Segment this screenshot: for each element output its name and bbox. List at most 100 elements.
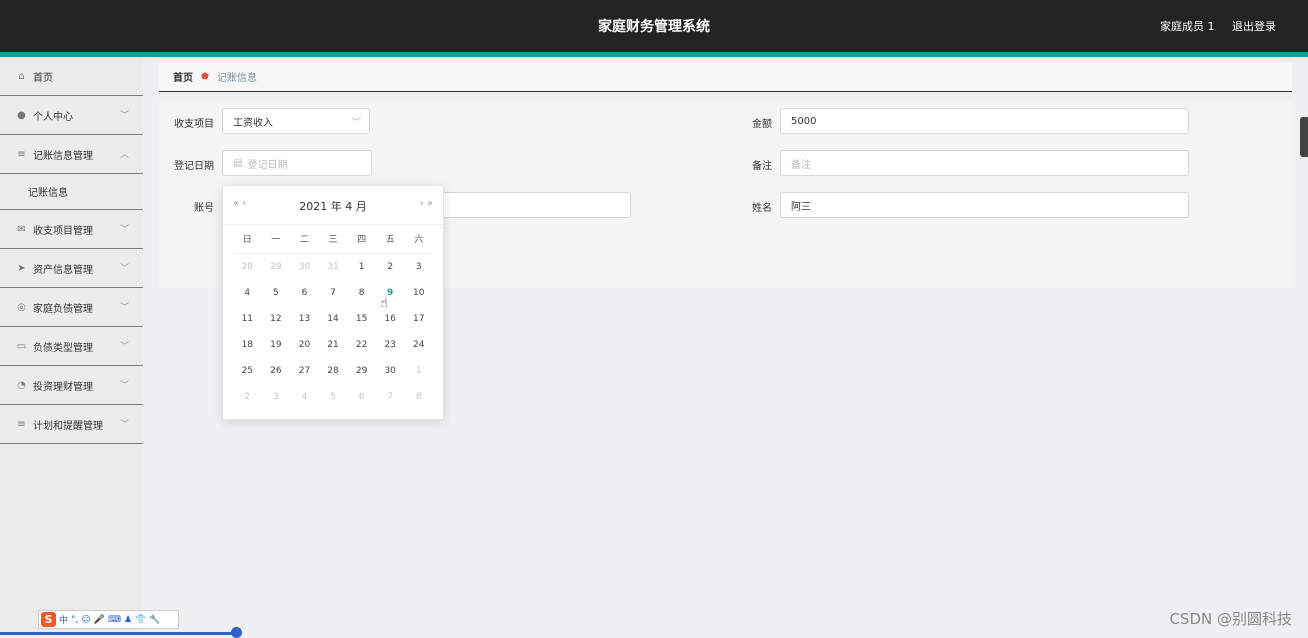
progress-handle[interactable] <box>231 627 242 638</box>
weekday-label: 四 <box>357 235 367 245</box>
keyboard-icon[interactable]: ⌨ <box>108 615 121 625</box>
date-cell[interactable]: 8 <box>404 392 433 402</box>
sidebar-item-asset-management[interactable]: ➤ 资产信息管理 ﹀ <box>0 249 143 288</box>
date-cell[interactable]: 28 <box>319 366 348 376</box>
user-icon: ● <box>17 109 26 121</box>
category-select[interactable]: 工资收入 ﹀ <box>222 108 370 134</box>
date-cell[interactable]: 12 <box>262 314 291 324</box>
account-label: 账号 <box>194 203 214 214</box>
weekday-label: 五 <box>385 235 395 245</box>
date-cell[interactable]: 22 <box>347 340 376 350</box>
mail-icon: ✉ <box>17 223 26 235</box>
date-cell[interactable]: 1 <box>404 366 433 376</box>
date-grid: 28 29 30 31 1 2 3 4 5 6 7 8 9 10 11 12 13 14 15 16 17 18 19 20 2… <box>233 254 433 410</box>
date-cell[interactable]: 26 <box>262 366 291 376</box>
date-cell[interactable]: 6 <box>290 288 319 298</box>
date-cell[interactable]: 29 <box>347 366 376 376</box>
date-cell[interactable]: 3 <box>262 392 291 402</box>
name-input[interactable]: 阿三 <box>780 192 1189 218</box>
mic-icon[interactable]: 🎤 <box>94 615 105 625</box>
logout-link[interactable]: 退出登录 <box>1232 20 1276 33</box>
date-cell[interactable]: 4 <box>290 392 319 402</box>
emoji-icon[interactable]: ☺ <box>81 615 90 625</box>
date-cell[interactable]: 1 <box>347 262 376 272</box>
hand-cursor-icon: ☝ <box>380 296 388 311</box>
home-icon: ⌂ <box>18 70 25 82</box>
date-cell[interactable]: 11 <box>233 314 262 324</box>
date-cell[interactable]: 23 <box>376 340 405 350</box>
sidebar-item-accounting-management[interactable]: ≡ 记账信息管理 ︿ <box>0 135 143 174</box>
date-cell[interactable]: 7 <box>319 288 348 298</box>
ime-toolbar[interactable]: S 中 °, ☺ 🎤 ⌨ ♟ 👕 🔧 <box>38 610 179 629</box>
date-cell[interactable]: 8 <box>347 288 376 298</box>
note-input[interactable]: 备注 <box>780 150 1189 176</box>
chevron-down-icon: ﹀ <box>119 420 129 430</box>
punctuation-icon[interactable]: °, <box>71 615 78 625</box>
side-handle[interactable] <box>1300 117 1308 157</box>
date-cell[interactable]: 30 <box>290 262 319 272</box>
amount-input[interactable]: 5000 <box>780 108 1189 134</box>
date-cell[interactable]: 27 <box>290 366 319 376</box>
sidebar-item-plans-reminders[interactable]: ≡ 计划和提醒管理 ﹀ <box>0 405 143 444</box>
sidebar-item-label: 资产信息管理 <box>33 264 93 276</box>
date-input[interactable]: ▤ 登记日期 <box>222 150 372 176</box>
date-row: 18 19 20 21 22 23 24 <box>233 332 433 358</box>
date-cell[interactable]: 5 <box>319 392 348 402</box>
date-cell[interactable]: 14 <box>319 314 348 324</box>
date-cell[interactable]: 13 <box>290 314 319 324</box>
date-cell[interactable]: 20 <box>290 340 319 350</box>
wrench-icon[interactable]: 🔧 <box>149 615 160 625</box>
date-cell[interactable]: 10 <box>404 288 433 298</box>
chevron-down-icon: ﹀ <box>119 303 129 313</box>
date-cell[interactable]: 5 <box>262 288 291 298</box>
weekday-label: 日 <box>242 235 252 245</box>
date-cell[interactable]: 3 <box>404 262 433 272</box>
sidebar-item-personal-center[interactable]: ● 个人中心 ﹀ <box>0 96 143 135</box>
ime-mode[interactable]: 中 <box>59 613 68 626</box>
date-cell[interactable]: 2 <box>233 392 262 402</box>
chevron-down-icon: ﹀ <box>119 381 129 391</box>
progress-line <box>0 632 236 635</box>
date-cell[interactable]: 31 <box>319 262 348 272</box>
next-month-year-button[interactable]: › » <box>420 198 433 209</box>
sidebar-item-investment[interactable]: ◔ 投资理财管理 ﹀ <box>0 366 143 405</box>
date-label: 登记日期 <box>174 161 214 172</box>
sidebar-item-debt-type[interactable]: ▭ 负债类型管理 ﹀ <box>0 327 143 366</box>
note-input-placeholder: 备注 <box>791 159 811 171</box>
date-cell[interactable]: 16 <box>376 314 405 324</box>
user-name-link[interactable]: 家庭成员 1 <box>1160 20 1215 33</box>
date-cell[interactable]: 18 <box>233 340 262 350</box>
date-cell[interactable]: 25 <box>233 366 262 376</box>
amount-input-value: 5000 <box>791 115 817 127</box>
date-cell[interactable]: 21 <box>319 340 348 350</box>
sidebar-subitem-accounting-info[interactable]: 记账信息 <box>0 174 143 210</box>
watermark: CSDN @别圆科技 <box>1169 610 1292 628</box>
date-cell[interactable]: 7 <box>376 392 405 402</box>
date-cell[interactable]: 28 <box>233 262 262 272</box>
date-cell[interactable]: 24 <box>404 340 433 350</box>
send-icon: ➤ <box>17 262 26 274</box>
separator-icon: ⬟ <box>201 71 209 82</box>
date-cell[interactable]: 17 <box>404 314 433 324</box>
breadcrumb-home-link[interactable]: 首页 <box>173 69 193 84</box>
sidebar: ⌂ 首页 ● 个人中心 ﹀ ≡ 记账信息管理 ︿ 记账信息 ✉ 收支项目管理 ﹀… <box>0 57 143 637</box>
chevron-down-icon: ﹀ <box>119 264 129 274</box>
date-cell[interactable]: 29 <box>262 262 291 272</box>
ime-logo-icon: S <box>41 612 56 627</box>
name-input-value: 阿三 <box>791 201 811 213</box>
chevron-down-icon: ﹀ <box>119 225 129 235</box>
user-icon[interactable]: ♟ <box>124 615 132 625</box>
sidebar-item-household-debt[interactable]: ◎ 家庭负债管理 ﹀ <box>0 288 143 327</box>
date-cell[interactable]: 6 <box>347 392 376 402</box>
skin-icon[interactable]: 👕 <box>135 615 146 625</box>
sidebar-item-home[interactable]: ⌂ 首页 <box>0 57 143 96</box>
date-cell[interactable]: 15 <box>347 314 376 324</box>
date-cell[interactable]: 4 <box>233 288 262 298</box>
sidebar-item-label: 记账信息管理 <box>33 150 93 162</box>
chevron-down-icon: ﹀ <box>351 117 361 128</box>
date-cell[interactable]: 19 <box>262 340 291 350</box>
date-cell[interactable]: 2 <box>376 262 405 272</box>
sidebar-item-income-expense-items[interactable]: ✉ 收支项目管理 ﹀ <box>0 210 143 249</box>
date-cell[interactable]: 30 <box>376 366 405 376</box>
category-label: 收支项目 <box>174 119 214 130</box>
